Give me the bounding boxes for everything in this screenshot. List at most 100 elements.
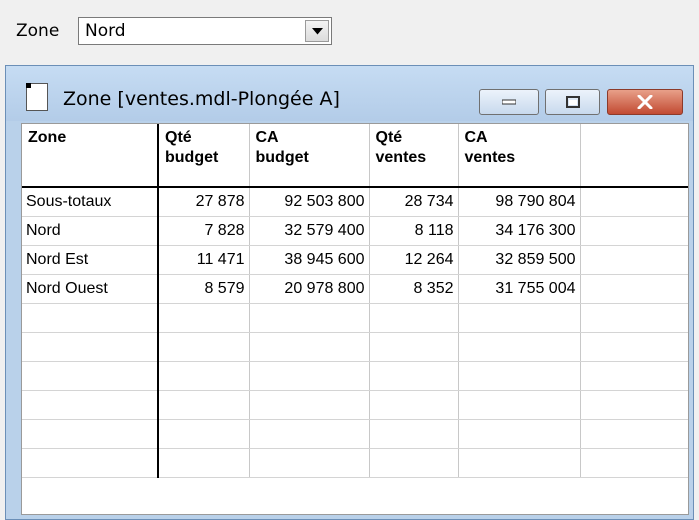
cell-empty[interactable]: [580, 448, 688, 478]
cell-empty[interactable]: [158, 332, 250, 362]
cell-empty[interactable]: [22, 419, 159, 449]
minimize-button[interactable]: [479, 89, 539, 115]
close-button[interactable]: [607, 89, 683, 115]
cell-empty[interactable]: [369, 448, 459, 478]
cell-ca-budget[interactable]: 20 978 800: [249, 274, 370, 304]
table-row-empty[interactable]: [22, 390, 688, 420]
cell-qte-ventes[interactable]: 12 264: [369, 245, 459, 275]
column-header-zone[interactable]: Zone: [22, 124, 159, 188]
header-line: ventes: [464, 149, 516, 166]
cell-empty[interactable]: [458, 361, 581, 391]
zone-dropdown-button[interactable]: [305, 20, 329, 42]
cell-empty[interactable]: [22, 332, 159, 362]
cell-empty[interactable]: [458, 303, 581, 333]
cell-ca-ventes[interactable]: 34 176 300: [458, 216, 581, 246]
header-line: budget: [255, 149, 309, 166]
data-grid: Zone Qté budget CA budget Qté ventes CA …: [21, 123, 689, 515]
cell-empty[interactable]: [22, 303, 159, 333]
column-header-ca-budget[interactable]: CA budget: [249, 124, 370, 188]
zone-select[interactable]: Nord: [78, 17, 332, 45]
cell-empty[interactable]: [580, 274, 688, 304]
zone-window: Zone [ventes.mdl-Plongée A] Zone Qté bud…: [5, 65, 694, 520]
table-row-empty[interactable]: [22, 448, 688, 478]
cell-empty[interactable]: [580, 216, 688, 246]
cell-qte-budget[interactable]: 8 579: [158, 274, 250, 304]
cell-empty[interactable]: [249, 448, 370, 478]
table-row[interactable]: Nord Ouest 8 579 20 978 800 8 352 31 755…: [22, 274, 688, 304]
minimize-icon: [502, 99, 516, 105]
cell-empty[interactable]: [249, 361, 370, 391]
cell-empty[interactable]: [458, 448, 581, 478]
zone-filter-label: Zone: [16, 21, 60, 41]
cell-empty[interactable]: [369, 390, 459, 420]
cell-empty[interactable]: [580, 361, 688, 391]
table-row[interactable]: Nord 7 828 32 579 400 8 118 34 176 300: [22, 216, 688, 246]
cell-empty[interactable]: [580, 390, 688, 420]
cell-empty[interactable]: [158, 419, 250, 449]
table-header-row: Zone Qté budget CA budget Qté ventes CA …: [22, 124, 688, 188]
close-icon: [637, 95, 653, 109]
table-row-empty[interactable]: [22, 361, 688, 391]
table-row-empty[interactable]: [22, 332, 688, 362]
cell-empty[interactable]: [458, 390, 581, 420]
cell-empty[interactable]: [158, 361, 250, 391]
cell-empty[interactable]: [158, 390, 250, 420]
zone-filter-bar: Zone Nord: [0, 0, 699, 62]
cell-empty[interactable]: [22, 448, 159, 478]
cell-ca-budget[interactable]: 38 945 600: [249, 245, 370, 275]
table-row[interactable]: Sous-totaux 27 878 92 503 800 28 734 98 …: [22, 187, 688, 217]
cell-ca-ventes[interactable]: 98 790 804: [458, 187, 581, 217]
cell-qte-budget[interactable]: 11 471: [158, 245, 250, 275]
table-row-empty[interactable]: [22, 303, 688, 333]
cell-empty[interactable]: [458, 419, 581, 449]
cell-zone[interactable]: Nord: [22, 216, 159, 246]
header-line: CA: [464, 129, 488, 146]
cell-empty[interactable]: [580, 332, 688, 362]
cell-empty[interactable]: [22, 390, 159, 420]
cell-zone[interactable]: Sous-totaux: [22, 187, 159, 217]
cell-empty[interactable]: [580, 419, 688, 449]
column-header-qte-budget[interactable]: Qté budget: [158, 124, 250, 188]
column-header-qte-ventes[interactable]: Qté ventes: [369, 124, 459, 188]
cell-ca-budget[interactable]: 32 579 400: [249, 216, 370, 246]
cell-qte-budget[interactable]: 7 828: [158, 216, 250, 246]
maximize-button[interactable]: [545, 89, 600, 115]
window-document-icon: [26, 83, 48, 111]
cell-ca-budget[interactable]: 92 503 800: [249, 187, 370, 217]
cell-empty[interactable]: [22, 361, 159, 391]
table-row[interactable]: Nord Est 11 471 38 945 600 12 264 32 859…: [22, 245, 688, 275]
table-row-empty[interactable]: [22, 419, 688, 449]
cell-empty[interactable]: [249, 419, 370, 449]
header-line: CA: [255, 129, 279, 146]
zone-table: Zone Qté budget CA budget Qté ventes CA …: [22, 124, 688, 478]
cell-zone[interactable]: Nord Est: [22, 245, 159, 275]
header-line: ventes: [375, 149, 427, 166]
cell-empty[interactable]: [249, 332, 370, 362]
column-header-ca-ventes[interactable]: CA ventes: [458, 124, 581, 188]
cell-qte-ventes[interactable]: 8 352: [369, 274, 459, 304]
cell-empty[interactable]: [369, 361, 459, 391]
zone-select-value: Nord: [85, 21, 126, 41]
restore-icon: [565, 96, 580, 108]
cell-empty[interactable]: [458, 332, 581, 362]
table-body: Sous-totaux 27 878 92 503 800 28 734 98 …: [22, 187, 688, 478]
cell-empty[interactable]: [580, 245, 688, 275]
cell-empty[interactable]: [158, 448, 250, 478]
cell-empty[interactable]: [580, 303, 688, 333]
cell-empty[interactable]: [369, 332, 459, 362]
cell-empty[interactable]: [369, 419, 459, 449]
cell-zone[interactable]: Nord Ouest: [22, 274, 159, 304]
cell-empty[interactable]: [158, 303, 250, 333]
cell-qte-ventes[interactable]: 28 734: [369, 187, 459, 217]
cell-empty[interactable]: [369, 303, 459, 333]
cell-empty[interactable]: [580, 187, 688, 217]
cell-empty[interactable]: [249, 390, 370, 420]
cell-qte-ventes[interactable]: 8 118: [369, 216, 459, 246]
cell-ca-ventes[interactable]: 31 755 004: [458, 274, 581, 304]
window-titlebar[interactable]: Zone [ventes.mdl-Plongée A]: [6, 66, 693, 121]
cell-ca-ventes[interactable]: 32 859 500: [458, 245, 581, 275]
header-line: Zone: [28, 129, 67, 146]
cell-qte-budget[interactable]: 27 878: [158, 187, 250, 217]
column-header-empty: [580, 124, 688, 188]
cell-empty[interactable]: [249, 303, 370, 333]
